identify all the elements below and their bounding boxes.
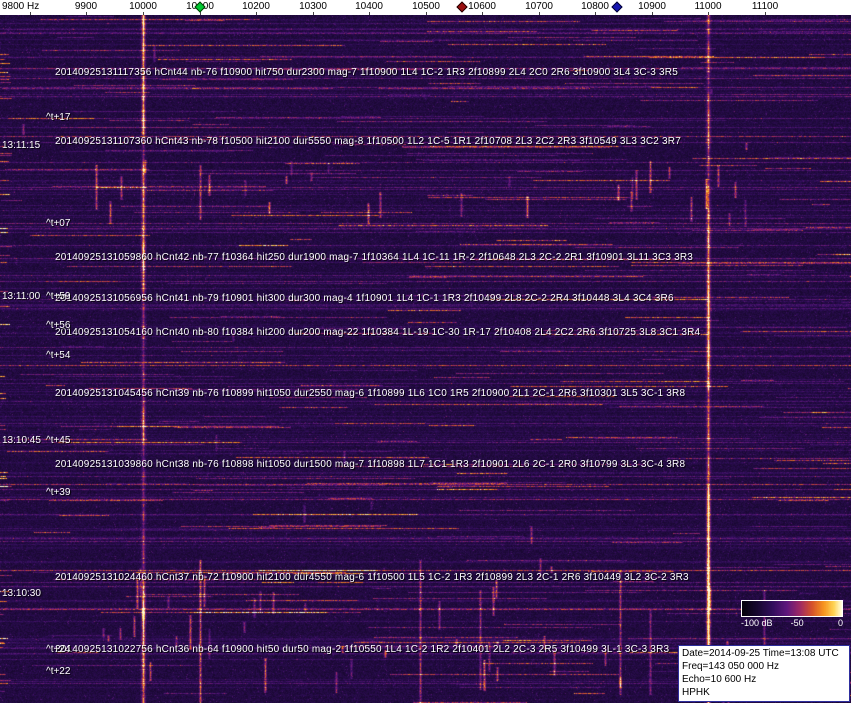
freq-tick-mark [482,12,483,15]
time-offset-mark: ^t+39 [46,487,70,498]
freq-tick-label: 10800 [581,1,609,12]
freq-tick-mark [539,12,540,15]
time-offset-mark: ^t+56 [46,320,70,331]
legend-min-label: -100 dB [741,618,773,628]
freq-tick-mark [256,12,257,15]
frequency-axis: 9800 Hz990010000101001020010300104001050… [0,0,851,15]
meteor-detection-log-line: 20140925131024460 hCnt37 nb-72 f10900 hi… [55,572,689,583]
freq-tick-label: 9900 [75,1,97,12]
time-offset-mark: ^t+59 [46,291,70,302]
freq-tick-mark [426,12,427,15]
red-diamond-marker[interactable] [456,1,467,12]
freq-tick-label: 11000 [694,1,721,12]
blue-diamond-marker[interactable] [611,1,622,12]
freq-tick-mark [708,12,709,15]
meteor-detection-log-line: 20140925131039860 hCnt38 nb-76 f10898 hi… [55,459,685,470]
time-axis-label: 13:10:45 [2,435,41,446]
time-offset-mark: ^t+17 [46,112,70,123]
time-offset-mark: ^t+22 [46,666,70,677]
freq-tick-label: 10200 [242,1,270,12]
freq-tick-label: 10600 [468,1,496,12]
freq-tick-label: 10900 [638,1,666,12]
freq-tick-label: 10300 [299,1,327,12]
time-offset-mark: ^t+54 [46,350,70,361]
freq-tick-label: 10700 [525,1,553,12]
db-colorbar-legend: -100 dB -50 0 [741,600,847,630]
freq-tick-mark [765,12,766,15]
waterfall-overlays: -100 dB -50 0 Date=2014-09-25 Time=13:08… [0,0,851,703]
colorbar-labels: -100 dB -50 0 [741,618,843,630]
meteor-detection-log-line: 20140925131117356 hCnt44 nb-76 f10900 hi… [55,67,678,78]
freq-tick-mark [86,12,87,15]
info-date-time-line: Date=2014-09-25 Time=13:08 UTC [682,647,846,660]
legend-max-label: 0 [838,618,843,628]
freq-tick-label: 10500 [412,1,440,12]
time-axis-label: 13:11:15 [2,140,40,151]
time-offset-mark: ^t+24 [46,644,70,655]
meteor-detection-log-line: 20140925131059860 hCnt42 nb-77 f10364 hi… [55,252,693,263]
time-axis-label: 13:11:00 [2,291,40,302]
freq-tick-mark [143,12,144,15]
freq-tick-mark [30,12,31,15]
freq-tick-mark [369,12,370,15]
info-frequency-line: Freq=143 050 000 Hz [682,660,846,673]
freq-tick-label: 10000 [129,1,157,12]
status-info-box: Date=2014-09-25 Time=13:08 UTC Freq=143 … [678,645,850,702]
info-echo-line: Echo=10 600 Hz [682,673,846,686]
freq-tick-mark [595,12,596,15]
freq-tick-label: 11100 [752,1,778,12]
meteor-detection-log-line: 20140925131045456 hCnt39 nb-76 f10899 hi… [55,388,685,399]
meteor-detection-log-line: 20140925131056956 hCnt41 nb-79 f10901 hi… [55,293,674,304]
info-station-line: HPHK [682,686,846,699]
meteor-detection-log-line: 20140925131022756 hCnt36 nb-64 f10900 hi… [55,644,669,655]
meteor-detection-log-line: 20140925131054160 hCnt40 nb-80 f10384 hi… [55,327,700,338]
freq-tick-label: 10400 [355,1,383,12]
meteor-echo-spectrogram-window: 9800 Hz990010000101001020010300104001050… [0,0,851,703]
colorbar-gradient [741,600,843,617]
time-axis-label: 13:10:30 [2,588,41,599]
freq-tick-label: 9800 Hz [2,1,39,12]
time-offset-mark: ^t+45 [46,435,70,446]
legend-mid-label: -50 [791,618,804,628]
freq-tick-mark [652,12,653,15]
meteor-detection-log-line: 20140925131107360 hCnt43 nb-78 f10500 hi… [55,136,681,147]
freq-tick-mark [313,12,314,15]
time-offset-mark: ^t+07 [46,218,70,229]
